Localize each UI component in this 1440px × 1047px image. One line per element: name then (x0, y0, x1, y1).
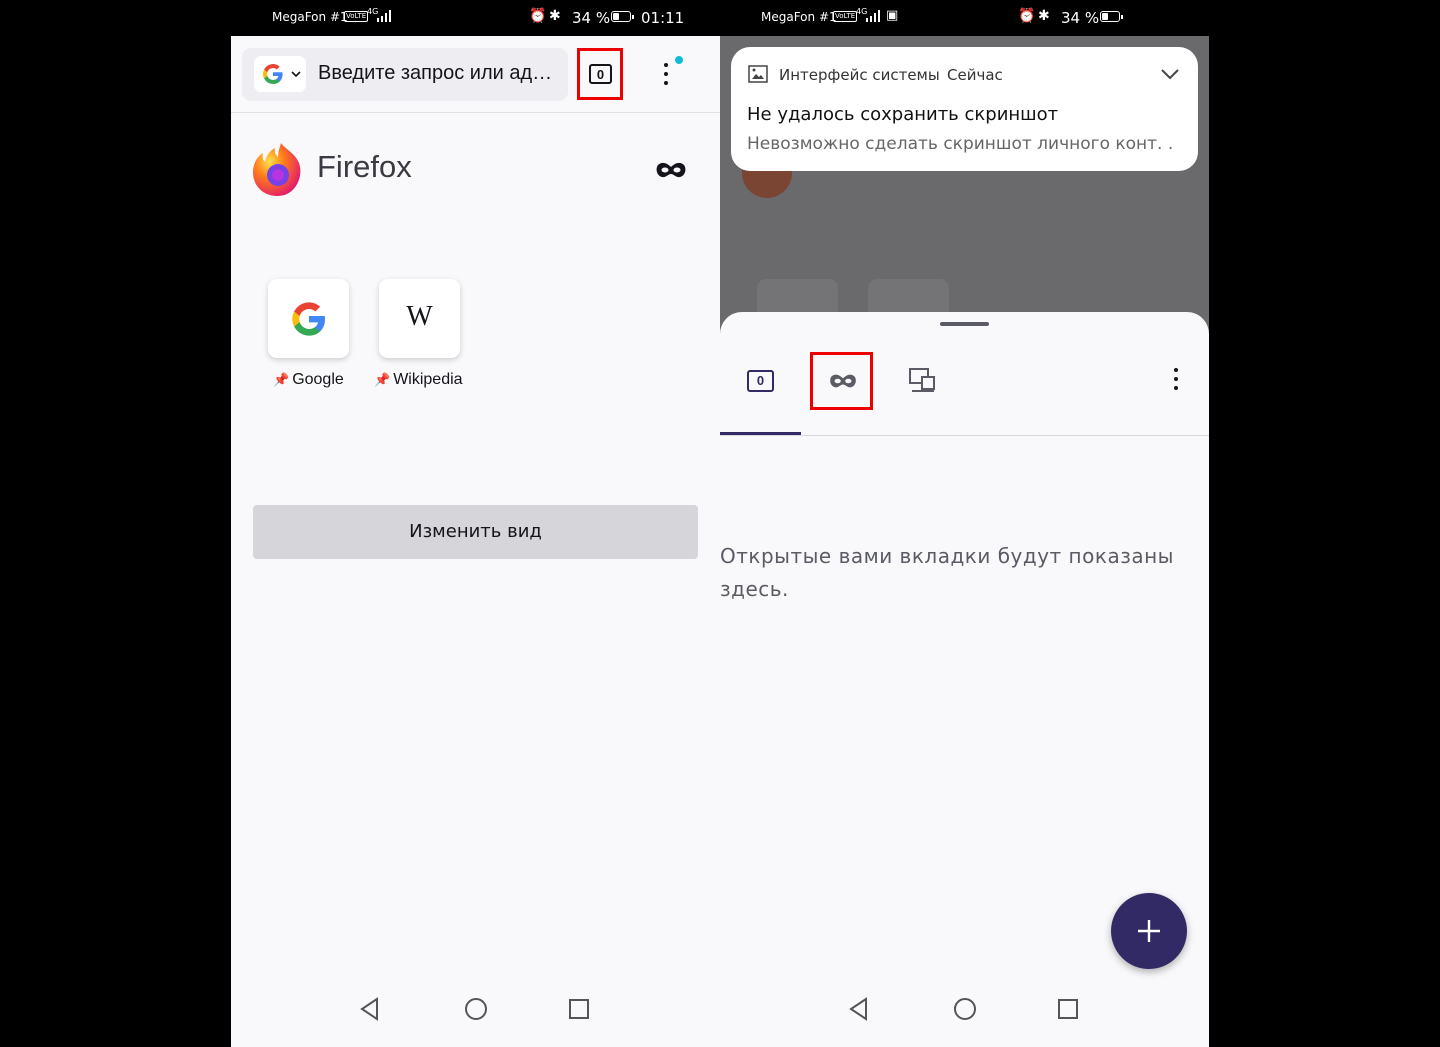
browser-toolbar: Введите запрос или ад… 0 (231, 36, 720, 113)
battery-icon (611, 11, 634, 22)
battery-percent: 34 % (1061, 9, 1100, 27)
address-bar[interactable]: Введите запрос или ад… (242, 48, 568, 101)
active-tab-indicator (720, 432, 801, 435)
wikipedia-icon: W (406, 301, 433, 332)
tab-normal-tabs[interactable]: 0 (720, 352, 801, 410)
tabs-tray-tab-row: 0 (720, 312, 1209, 436)
home-icon[interactable] (464, 997, 488, 1021)
chevron-down-icon (291, 71, 301, 78)
firefox-logo-icon (253, 143, 301, 196)
customize-homepage-button[interactable]: Изменить вид (253, 505, 698, 559)
firefox-tabs-tray-screen: Интерфейс системы Сейчас Не удалось сохр… (720, 36, 1209, 1047)
plus-icon (1138, 920, 1160, 942)
system-nav-bar (720, 987, 1209, 1047)
status-bar-right: MegaFon #1 VoLTE 4G ▣ ⏰ ✱ 34 % (720, 0, 1209, 36)
back-icon[interactable] (848, 997, 870, 1021)
empty-tabs-message: Открытые вами вкладки будут показаны зде… (720, 544, 1174, 601)
home-icon[interactable] (953, 997, 977, 1021)
recents-icon[interactable] (568, 998, 590, 1020)
bluetooth-icon: ✱ (549, 8, 561, 24)
shortcut-google-label: 📌 Google (273, 371, 344, 389)
google-icon (263, 64, 283, 84)
pin-icon: 📌 (273, 372, 290, 387)
bluetooth-icon: ✱ (1038, 8, 1050, 24)
firefox-wordmark: Firefox (317, 149, 412, 184)
menu-icon[interactable] (664, 63, 668, 85)
tab-counter: 0 (747, 370, 774, 392)
shortcut-label: Google (292, 371, 344, 388)
new-tab-button[interactable] (1111, 893, 1187, 969)
tabs-button[interactable]: 0 (577, 48, 623, 100)
notification-body: Невозможно сделать скриншот личного конт… (747, 134, 1174, 154)
carrier-label: MegaFon #1 (761, 10, 837, 24)
tabs-tray-menu-icon[interactable] (1174, 368, 1178, 390)
alarm-icon: ⏰ (1018, 8, 1036, 24)
search-engine-selector[interactable] (254, 56, 306, 92)
status-bar-left: MegaFon #1 VoLTE 4G ⏰ ✱ 34 % 01:11 (231, 0, 720, 36)
shortcut-wikipedia-label: 📌 Wikipedia (374, 371, 463, 389)
volte-badge: VoLTE (344, 11, 369, 22)
carrier-label: MegaFon #1 (272, 10, 348, 24)
tabs-tray-sheet: 0 Открытые вами вкладки будут показаны з… (720, 312, 1209, 1047)
volte-badge: VoLTE (833, 11, 858, 22)
pin-icon: 📌 (374, 372, 391, 387)
shortcut-label: Wikipedia (393, 371, 463, 388)
signal-icon (377, 10, 391, 22)
notification-app-name: Интерфейс системы (779, 66, 940, 84)
alarm-icon: ⏰ (529, 8, 547, 24)
tab-private-tabs[interactable] (810, 352, 873, 410)
signal-icon (866, 10, 880, 22)
battery-percent: 34 % (572, 9, 611, 27)
screenshot-icon (748, 65, 768, 83)
system-nav-bar (231, 987, 720, 1047)
notification-title: Не удалось сохранить скриншот (747, 104, 1059, 125)
private-mode-mask-icon (830, 374, 856, 388)
firefox-home-screen: Введите запрос или ад… 0 Firefox 📌 Googl… (231, 36, 720, 1047)
back-icon[interactable] (359, 997, 381, 1021)
private-mode-mask-icon[interactable] (656, 161, 686, 179)
google-icon (292, 302, 325, 336)
notification-dot (675, 56, 683, 64)
battery-icon (1100, 11, 1123, 22)
shortcut-google[interactable] (268, 279, 349, 358)
synced-tabs-icon[interactable] (908, 367, 938, 395)
expand-icon[interactable] (1160, 68, 1180, 80)
tab-counter: 0 (589, 64, 612, 84)
shortcut-wikipedia[interactable]: W (379, 279, 460, 358)
recents-icon[interactable] (1057, 998, 1079, 1020)
system-notification[interactable]: Интерфейс системы Сейчас Не удалось сохр… (731, 47, 1198, 171)
url-placeholder: Введите запрос или ад… (318, 62, 553, 84)
screenshot-status-icon: ▣ (886, 8, 899, 23)
notification-time: Сейчас (947, 66, 1003, 84)
clock: 01:11 (641, 9, 685, 27)
